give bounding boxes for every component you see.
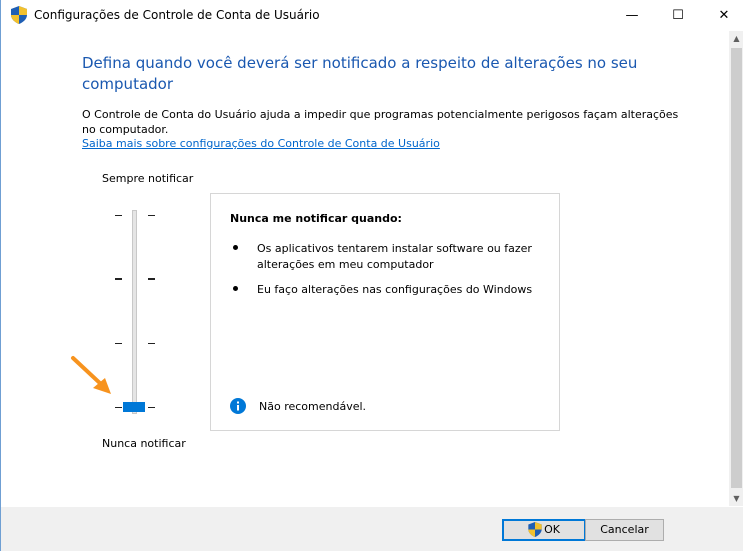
box-title: Nunca me notificar quando:	[230, 212, 402, 225]
minimize-button[interactable]: —	[609, 0, 655, 31]
info-icon	[230, 398, 246, 414]
vertical-scrollbar[interactable]: ▲ ▼	[729, 31, 743, 506]
scroll-thumb[interactable]	[731, 48, 742, 488]
list-item-text: Os aplicativos tentarem instalar softwar…	[257, 242, 532, 271]
window-title: Configurações de Controle de Conta de Us…	[34, 8, 320, 22]
slider-thumb[interactable]	[123, 402, 145, 412]
list-item-text: Eu faço alterações nas configurações do …	[257, 283, 533, 296]
scroll-down-icon[interactable]: ▼	[729, 491, 743, 506]
close-button[interactable]: ✕	[701, 0, 743, 31]
cancel-button[interactable]: Cancelar	[585, 519, 664, 541]
maximize-button[interactable]: ☐	[655, 0, 701, 31]
slider-tick	[148, 215, 155, 216]
uac-settings-window: Configurações de Controle de Conta de Us…	[0, 0, 743, 551]
slider-tick	[115, 407, 122, 408]
slider-tick	[148, 407, 155, 408]
slider-tick	[115, 278, 122, 280]
slider-top-label: Sempre notificar	[102, 172, 194, 185]
slider-tick	[148, 343, 155, 344]
learn-more-link[interactable]: Saiba mais sobre configurações do Contro…	[82, 137, 440, 150]
ok-button-label: OK	[544, 523, 560, 536]
title-bar[interactable]: Configurações de Controle de Conta de Us…	[1, 0, 743, 31]
level-description-box: Nunca me notificar quando: Os aplicativo…	[210, 193, 560, 431]
uac-shield-icon	[11, 6, 27, 24]
orange-arrow-annotation	[71, 356, 111, 394]
page-heading: Defina quando você deverá ser notificado…	[82, 54, 638, 93]
description-text: O Controle de Conta do Usuário ajuda a i…	[82, 108, 679, 136]
notice-text: Não recomendável.	[259, 400, 367, 413]
ok-button[interactable]: OK	[502, 519, 586, 541]
slider-track[interactable]	[132, 210, 137, 414]
scroll-up-icon[interactable]: ▲	[729, 31, 743, 46]
slider-bottom-label: Nunca notificar	[102, 437, 186, 450]
dialog-footer: OK Cancelar	[1, 507, 743, 551]
slider-tick	[115, 343, 122, 344]
bullet-icon	[233, 286, 238, 291]
slider-tick	[115, 215, 122, 216]
bullet-icon	[233, 245, 238, 250]
uac-shield-icon	[528, 521, 542, 537]
slider-tick	[148, 278, 155, 280]
